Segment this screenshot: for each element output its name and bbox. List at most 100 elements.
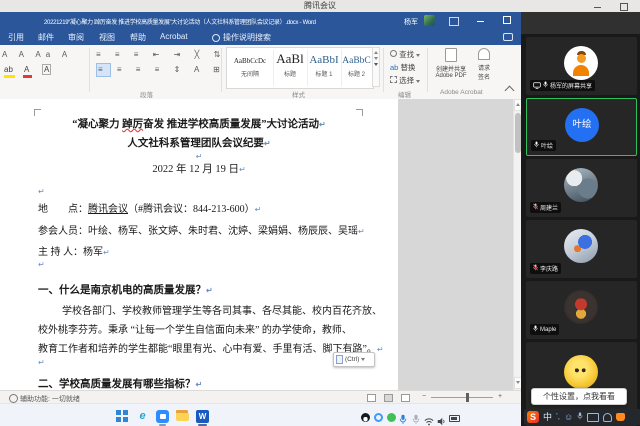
participant-tile-zhoujianlan[interactable]: 周建兰 xyxy=(526,159,637,217)
participant-tile-yehui[interactable]: 叶绘 叶绘 xyxy=(526,98,637,156)
paste-options-button[interactable]: (Ctrl) xyxy=(333,352,375,367)
sogou-toolbar: S 中 ’, ☺ xyxy=(524,409,640,425)
tab-help[interactable]: 帮助 xyxy=(130,32,146,43)
font-group-icons-row1[interactable]: A A Aa A xyxy=(2,50,72,59)
sogou-logo-icon[interactable]: S xyxy=(527,411,539,423)
word-minimize-icon[interactable] xyxy=(477,21,484,22)
doc-location-line: 地 点：腾讯会议（#腾讯会议：844-213-600）↵ xyxy=(38,200,368,215)
start-button-icon[interactable] xyxy=(116,410,129,423)
styles-gallery-scroll[interactable] xyxy=(372,47,380,87)
font-color-icon[interactable]: A xyxy=(24,65,29,74)
character-border-icon[interactable]: A xyxy=(42,64,51,75)
tell-me-search[interactable]: 操作说明搜索 xyxy=(223,32,271,43)
edge-icon[interactable]: e xyxy=(136,410,149,423)
read-mode-icon[interactable] xyxy=(367,394,376,402)
voice-input-icon[interactable] xyxy=(577,412,583,422)
document-scrollbar[interactable] xyxy=(513,99,521,390)
avatar xyxy=(564,229,598,263)
avatar xyxy=(564,355,598,389)
zoom-slider-track[interactable] xyxy=(431,397,493,398)
doc-paragraph-line: 学校各部门、学校教师管理学生等各司其事、各尽其能、校内百花齐放、 xyxy=(62,302,392,317)
scroll-up-icon[interactable] xyxy=(374,51,378,54)
participant-tile-liqinglu[interactable]: 李庆路 xyxy=(526,220,637,278)
word-account-name[interactable]: 杨军 xyxy=(404,17,418,27)
participant-label: Maple xyxy=(530,324,559,335)
group-label-acrobat: Adobe Acrobat xyxy=(440,89,483,96)
ime-mode-icon[interactable]: 中 xyxy=(543,413,552,421)
paragraph-group-icons-row1[interactable]: ≡ ≡ ≡ ⇤ ⇥ ╳ ⇅ ¶ xyxy=(96,50,245,59)
speaker-icon[interactable] xyxy=(437,413,446,426)
mic-muted-icon xyxy=(533,203,538,212)
word-taskbar-icon[interactable]: W xyxy=(196,410,209,423)
doc-heading-2: 二、学校高质量发展有哪些指标？↵ xyxy=(38,376,368,390)
group-label-paragraph: 段落 xyxy=(140,89,153,99)
doc-empty-line: ↵ xyxy=(38,260,368,269)
create-share-pdf-button[interactable]: 创建并共享 Adobe PDF xyxy=(434,48,468,79)
word-restore-icon[interactable] xyxy=(503,16,511,24)
tab-references[interactable]: 引用 xyxy=(8,32,24,43)
scrollbar-down-button[interactable] xyxy=(514,377,521,389)
tab-mailings[interactable]: 邮件 xyxy=(38,32,54,43)
doc-empty-line: ↵ xyxy=(0,152,398,161)
select-button[interactable]: 选择 xyxy=(390,75,420,86)
collapse-ribbon-icon[interactable] xyxy=(505,86,515,96)
zoom-slider-thumb[interactable] xyxy=(466,393,469,402)
request-signature-button[interactable]: 请求 签名 xyxy=(470,48,498,81)
emoji-icon[interactable]: ☺ xyxy=(564,413,573,421)
paragraph-group-icons-row2[interactable]: ≡ ≡ ≡ ≡ ⇕ A ⊞ xyxy=(98,65,226,74)
style-title[interactable]: AaBl 标题 xyxy=(273,50,308,86)
sogou-cloud-icon[interactable] xyxy=(374,413,383,422)
accessibility-icon xyxy=(9,394,18,403)
ribbon-display-options-icon[interactable] xyxy=(449,17,459,26)
minimize-icon[interactable] xyxy=(594,3,601,8)
document-area: “凝心聚力 踔厉奋发 推进学校高质量发展”大讨论活动↵ 人文社科系管理团队会议纪… xyxy=(0,99,521,390)
tab-acrobat[interactable]: Acrobat xyxy=(160,32,188,41)
document-page[interactable]: “凝心聚力 踔厉奋发 推进学校高质量发展”大讨论活动↵ 人文社科系管理团队会议纪… xyxy=(0,99,398,390)
style-name: 无间隔 xyxy=(227,69,273,78)
web-layout-icon[interactable] xyxy=(401,394,410,402)
avatar[interactable] xyxy=(424,15,435,26)
scroll-down-icon[interactable] xyxy=(374,57,378,60)
participant-label: 李庆路 xyxy=(530,263,561,274)
print-layout-icon[interactable] xyxy=(384,394,393,402)
green-status-icon[interactable] xyxy=(387,413,396,422)
style-heading-1[interactable]: AaBbI 标题 1 xyxy=(307,50,342,86)
text-highlight-icon[interactable]: ab xyxy=(4,65,13,74)
avatar xyxy=(564,168,598,202)
scrollbar-up-button[interactable] xyxy=(514,99,521,111)
tab-view[interactable]: 视图 xyxy=(99,32,115,43)
wifi-icon[interactable] xyxy=(424,413,434,426)
style-no-spacing[interactable]: AaBbCcDc 无间隔 xyxy=(227,50,274,86)
style-preview: AaBbC xyxy=(342,56,371,66)
punctuation-icon[interactable]: ’, xyxy=(556,413,560,421)
qq-icon[interactable] xyxy=(361,413,370,422)
toolbox-person-icon[interactable] xyxy=(603,413,612,422)
skin-icon[interactable] xyxy=(616,413,625,421)
comments-icon[interactable] xyxy=(503,33,513,41)
participant-tile-screenshare[interactable]: 杨军的屏幕共享 xyxy=(526,37,637,95)
font-color-swatch xyxy=(23,75,32,78)
ribbon-tab-row: 引用 邮件 审阅 视图 帮助 Acrobat 操作说明搜索 xyxy=(0,29,521,45)
ime-tooltip: 个性设置，点我看看 xyxy=(531,388,627,405)
style-heading-2[interactable]: AaBbC 标题 2 xyxy=(341,50,372,86)
participant-tile-maple[interactable]: Maple xyxy=(526,281,637,339)
mic-tray-icon[interactable] xyxy=(399,412,407,426)
battery-icon[interactable] xyxy=(449,415,460,422)
find-button[interactable]: 查找 xyxy=(390,49,420,60)
tencent-meeting-icon[interactable] xyxy=(156,410,169,423)
keyboard-icon[interactable] xyxy=(587,413,599,422)
mic-muted-tray-icon[interactable] xyxy=(412,412,420,426)
zoom-out-button[interactable]: − xyxy=(422,393,426,400)
replace-button[interactable]: ab 替换 xyxy=(390,62,415,73)
tab-review[interactable]: 审阅 xyxy=(68,32,84,43)
word-titlebar: 20221219“凝心聚力 踔厉奋发 推进学校高质量发展”大讨论活动（人文社科系… xyxy=(0,12,521,29)
restore-icon[interactable] xyxy=(620,3,628,11)
style-preview: AaBbCcDc xyxy=(234,57,266,65)
zoom-in-button[interactable]: + xyxy=(498,393,502,400)
doc-heading-1: 一、什么是南京机电的高质量发展？↵ xyxy=(38,282,368,297)
meeting-link[interactable]: 腾讯会议 xyxy=(88,204,128,215)
accessibility-status[interactable]: 辅助功能: 一切就绪 xyxy=(20,394,80,404)
participant-label: 杨军的屏幕共享 xyxy=(530,80,595,91)
file-explorer-icon[interactable] xyxy=(176,410,189,423)
styles-more-icon[interactable] xyxy=(374,63,378,66)
